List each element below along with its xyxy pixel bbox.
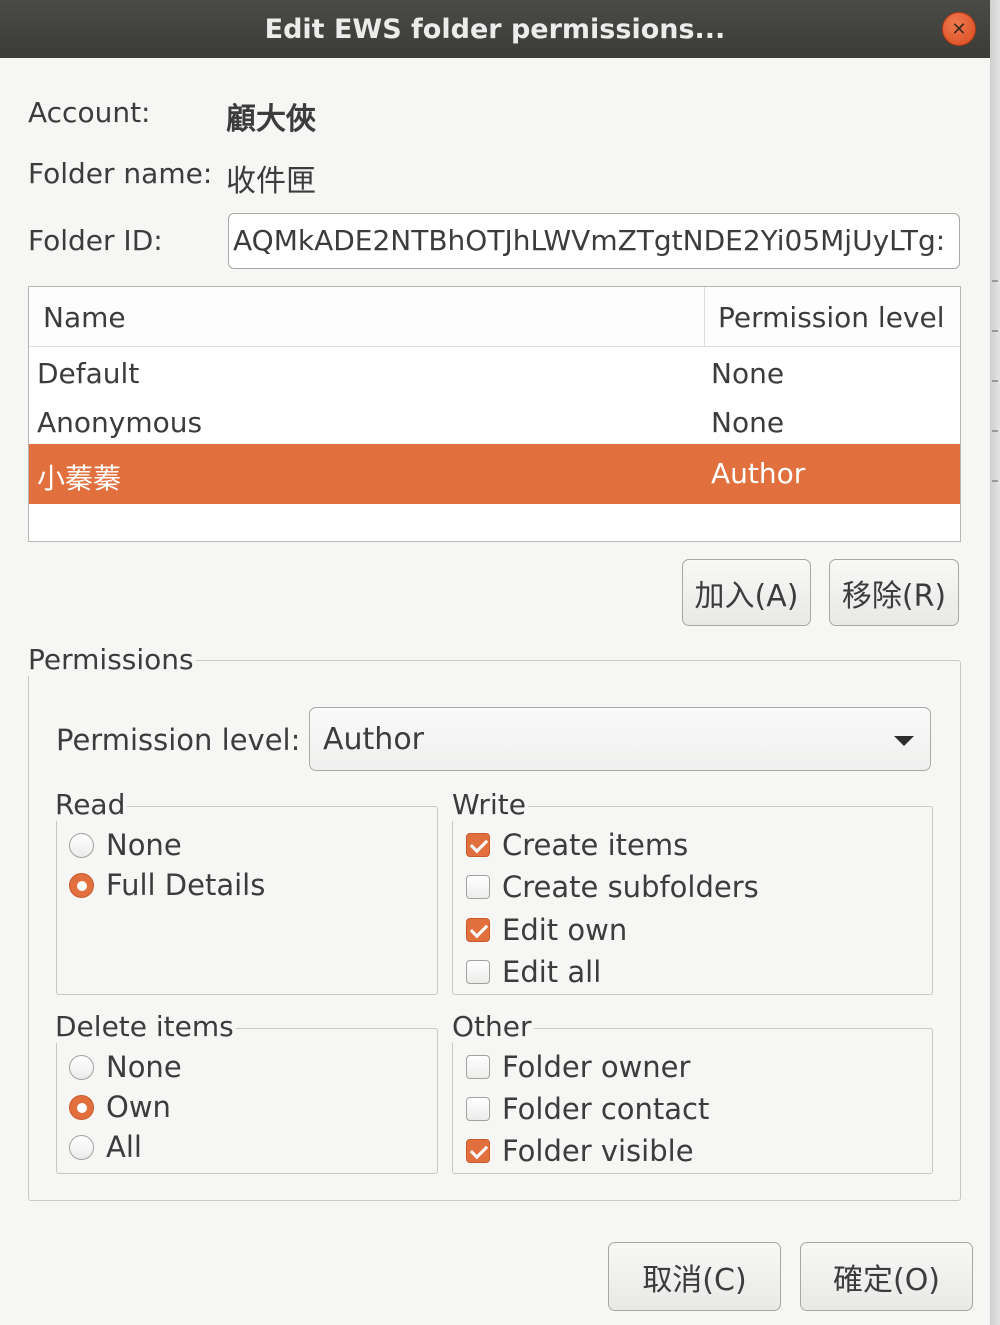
account-value: 顧大俠	[226, 102, 316, 137]
row-level: None	[711, 357, 785, 390]
remove-button[interactable]: 移除(R)	[829, 559, 959, 626]
table-row-selected[interactable]: 小蓁蓁 Author	[29, 444, 960, 504]
add-button[interactable]: 加入(A)	[682, 559, 811, 626]
checkbox-indicator	[466, 1097, 490, 1121]
checkbox-indicator-checked	[466, 833, 490, 857]
folder-name-value: 收件匣	[226, 164, 316, 199]
row-name: 小蓁蓁	[37, 462, 122, 495]
delete-all-radio[interactable]: All	[69, 1130, 142, 1164]
column-header-permission-level[interactable]: Permission level	[718, 301, 945, 334]
title-bar: Edit EWS folder permissions... ✕	[0, 0, 990, 58]
checkbox-indicator	[466, 1055, 490, 1079]
radio-indicator-selected	[69, 872, 94, 898]
table-header: Name Permission level	[29, 287, 960, 347]
folder-id-label: Folder ID:	[28, 224, 163, 257]
checkbox-indicator-checked	[466, 918, 490, 942]
checkbox-indicator-checked	[466, 1139, 490, 1163]
radio-indicator	[69, 1134, 94, 1160]
window-title: Edit EWS folder permissions...	[264, 13, 726, 45]
column-header-name[interactable]: Name	[43, 301, 126, 334]
radio-label: Full Details	[106, 868, 266, 902]
read-title: Read	[55, 788, 128, 821]
create-items-checkbox[interactable]: Create items	[466, 828, 688, 862]
checkbox-indicator	[466, 875, 490, 899]
write-title: Write	[452, 788, 528, 821]
create-subfolders-checkbox[interactable]: Create subfolders	[466, 870, 759, 904]
checkbox-label: Folder owner	[502, 1050, 691, 1084]
delete-none-radio[interactable]: None	[69, 1050, 182, 1084]
checkbox-indicator	[466, 960, 490, 984]
checkbox-label: Create subfolders	[502, 870, 759, 904]
checkbox-label: Edit own	[502, 913, 628, 947]
permission-level-dropdown[interactable]: Author	[309, 707, 931, 771]
ok-button[interactable]: 確定(O)	[800, 1242, 973, 1311]
delete-own-radio[interactable]: Own	[69, 1090, 171, 1124]
folder-owner-checkbox[interactable]: Folder owner	[466, 1050, 690, 1084]
account-label: Account:	[28, 96, 151, 129]
permissions-table: Name Permission level Default None Anony…	[28, 286, 961, 542]
read-full-details-radio[interactable]: Full Details	[69, 868, 265, 902]
edge-mark	[992, 330, 998, 332]
radio-label: All	[106, 1130, 142, 1164]
row-level: Author	[711, 457, 806, 490]
row-name: Anonymous	[37, 406, 203, 439]
checkbox-label: Edit all	[502, 955, 602, 989]
checkbox-label: Create items	[502, 828, 689, 862]
radio-label: Own	[106, 1090, 171, 1124]
table-row[interactable]: Anonymous None	[29, 398, 960, 448]
edit-all-checkbox[interactable]: Edit all	[466, 955, 601, 989]
column-separator	[704, 287, 705, 347]
folder-visible-checkbox[interactable]: Folder visible	[466, 1134, 694, 1168]
chevron-down-icon	[894, 736, 914, 746]
radio-indicator-selected	[69, 1094, 94, 1120]
read-none-radio[interactable]: None	[69, 828, 182, 862]
dialog-window: Edit EWS folder permissions... ✕ Account…	[0, 0, 990, 1325]
row-name: Default	[37, 357, 140, 390]
row-level: None	[711, 406, 785, 439]
other-title: Other	[452, 1010, 534, 1043]
permissions-title: Permissions	[28, 643, 196, 676]
folder-id-field[interactable]: AQMkADE2NTBhOTJhLWVmZTgtNDE2Yi05MjUyLTg:	[228, 213, 960, 269]
close-icon: ✕	[951, 18, 967, 40]
checkbox-label: Folder visible	[502, 1134, 694, 1168]
edge-mark	[992, 380, 998, 382]
delete-items-title: Delete items	[55, 1010, 236, 1043]
table-row[interactable]: Default None	[29, 349, 960, 399]
edge-mark	[992, 480, 998, 482]
radio-label: None	[106, 1050, 182, 1084]
folder-name-label: Folder name:	[28, 157, 213, 190]
checkbox-label: Folder contact	[502, 1092, 710, 1126]
background-window-edge	[990, 0, 1000, 1325]
edit-own-checkbox[interactable]: Edit own	[466, 913, 627, 947]
folder-contact-checkbox[interactable]: Folder contact	[466, 1092, 709, 1126]
radio-indicator	[69, 1054, 94, 1080]
permission-level-value: Author	[323, 722, 425, 757]
radio-label: None	[106, 828, 182, 862]
cancel-button[interactable]: 取消(C)	[608, 1242, 781, 1311]
edge-mark	[992, 280, 998, 282]
permission-level-label: Permission level:	[56, 723, 301, 757]
edge-mark	[992, 430, 998, 432]
radio-indicator	[69, 832, 94, 858]
close-button[interactable]: ✕	[942, 12, 976, 46]
